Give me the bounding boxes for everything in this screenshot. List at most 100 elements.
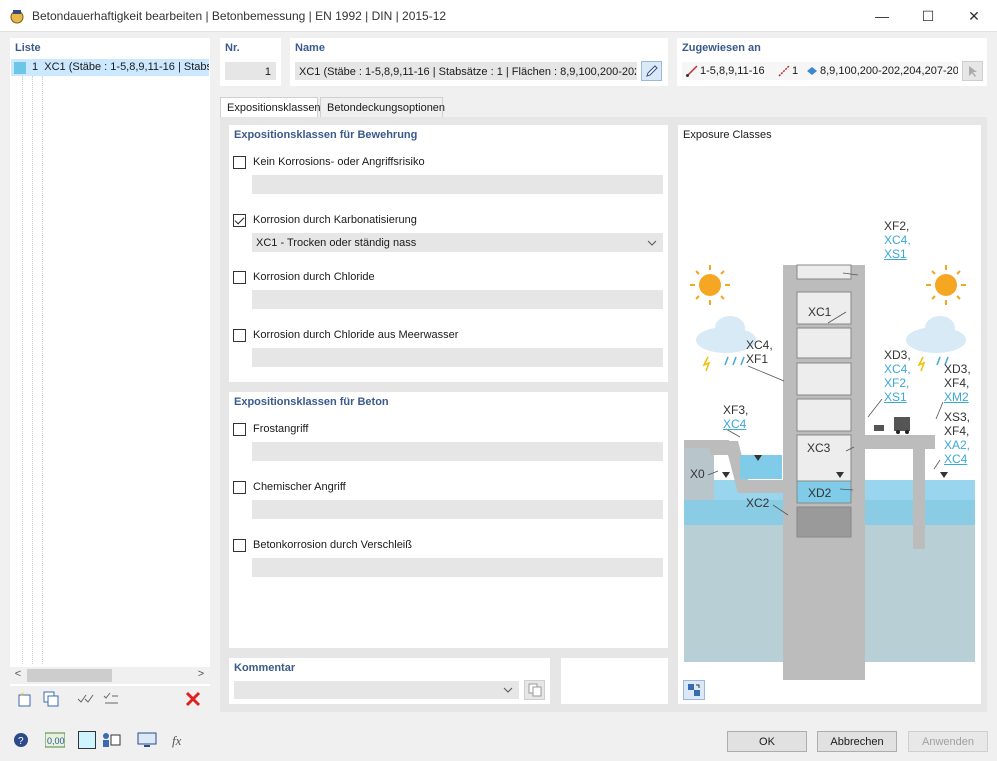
- ok-button[interactable]: OK: [727, 731, 807, 752]
- list-panel: Liste 1 XC1 (Stäbe : 1-5,8,9,11-16 | Sta…: [10, 38, 210, 712]
- minimize-button[interactable]: —: [859, 0, 905, 32]
- formula-button[interactable]: fx: [168, 729, 190, 751]
- bridge-deck: [865, 435, 935, 449]
- no-risk-label: Kein Korrosions- oder Angriffsrisiko: [253, 156, 425, 168]
- chevron-down-icon: [503, 687, 513, 693]
- label-xc4-top: XC4,: [884, 233, 911, 247]
- tab-exposure-classes[interactable]: Expositionsklassen: [220, 97, 321, 118]
- list-horizontal-scrollbar[interactable]: < >: [10, 667, 210, 684]
- sun-right-icon: [926, 265, 966, 305]
- carbonation-label: Korrosion durch Karbonatisierung: [253, 214, 417, 226]
- label-xc3: XC3: [807, 441, 831, 455]
- label-xc4-xf3: XC4: [723, 417, 747, 431]
- copy-item-button[interactable]: [40, 688, 62, 710]
- display-settings-button[interactable]: [100, 729, 122, 751]
- assigned-surfaces: 8,9,100,200-202,204,207-209,3(: [820, 65, 958, 77]
- number-field[interactable]: 1: [225, 62, 276, 80]
- edit-name-button[interactable]: [641, 61, 662, 81]
- svg-text:?: ?: [18, 736, 24, 747]
- abrasion-label: Betonkorrosion durch Verschleiß: [253, 539, 412, 551]
- label-xc4-left: XC4,: [746, 338, 773, 352]
- copy-icon: [43, 691, 59, 707]
- name-field[interactable]: XC1 (Stäbe : 1-5,8,9,11-16 | Stabsätze :…: [295, 62, 637, 80]
- comment-select[interactable]: [234, 681, 519, 699]
- tree-guide-line: [22, 76, 23, 664]
- scroll-thumb[interactable]: [27, 669, 112, 682]
- carbonation-select[interactable]: XC1 - Trocken oder ständig nass: [252, 233, 663, 252]
- seawater-field: [252, 348, 663, 367]
- check-all-icon: [77, 694, 94, 703]
- cancel-button[interactable]: Abbrechen: [817, 731, 897, 752]
- copy-icon: [528, 683, 541, 697]
- label-xf3: XF3,: [723, 403, 749, 417]
- label-xd3-mid: XD3,: [884, 348, 911, 362]
- scroll-right-arrow[interactable]: >: [193, 668, 209, 683]
- scroll-left-arrow[interactable]: <: [10, 668, 26, 683]
- carbonation-checkbox[interactable]: [233, 214, 246, 227]
- seawater-checkbox[interactable]: [233, 329, 246, 342]
- label-xc1: XC1: [808, 305, 832, 319]
- chloride-checkbox[interactable]: [233, 271, 246, 284]
- concrete-header: Expositionsklassen für Beton: [234, 396, 389, 408]
- chemical-checkbox[interactable]: [233, 481, 246, 494]
- frost-field: [252, 442, 663, 461]
- label-xc2: XC2: [746, 496, 770, 510]
- carbonation-select-value: XC1 - Trocken oder ständig nass: [256, 237, 417, 249]
- water-level-marker: [722, 472, 730, 478]
- app-icon: [10, 10, 24, 24]
- function-icon: fx: [172, 733, 182, 748]
- assigned-field[interactable]: 1-5,8,9,11-16 1 8,9,100,200-202,204,207-…: [682, 62, 958, 80]
- vehicles-icon: [874, 417, 910, 434]
- exposure-classes-diagram: [684, 264, 975, 680]
- comment-library-button[interactable]: [524, 680, 545, 700]
- member-sets-icon: [778, 65, 790, 77]
- select-objects-button[interactable]: [962, 61, 983, 81]
- label-xc4-right: XC4: [944, 452, 968, 466]
- tree-guide-line: [42, 76, 43, 664]
- number-panel: Nr. 1: [220, 38, 281, 86]
- abrasion-checkbox[interactable]: [233, 539, 246, 552]
- chemical-label: Chemischer Angriff: [253, 481, 346, 493]
- members-icon: [686, 65, 698, 77]
- abrasion-field: [252, 558, 663, 577]
- color-button[interactable]: [76, 729, 98, 751]
- list-item[interactable]: 1 XC1 (Stäbe : 1-5,8,9,11-16 | Stabsätze…: [11, 59, 209, 76]
- maximize-button[interactable]: ☐: [905, 0, 951, 32]
- label-xd3-right: XD3,: [944, 362, 971, 376]
- no-risk-field: [252, 175, 663, 194]
- label-xs1-mid: XS1: [884, 390, 907, 404]
- seawater-label: Korrosion durch Chloride aus Meerwasser: [253, 329, 459, 341]
- check-all-button[interactable]: [74, 688, 96, 710]
- delete-button[interactable]: [182, 688, 204, 710]
- decimal-places-icon: 0,00: [45, 732, 65, 748]
- person-table-icon: [103, 733, 121, 747]
- chloride-field: [252, 290, 663, 309]
- label-xs3-right: XS3,: [944, 410, 971, 424]
- reinforcement-panel: Expositionsklassen für Bewehrung Kein Ko…: [229, 125, 668, 382]
- label-x0: X0: [690, 467, 705, 481]
- units-button[interactable]: 0,00: [44, 729, 66, 751]
- basin-water: [740, 455, 782, 479]
- tab-cover-options[interactable]: Betondeckungsoptionen: [320, 97, 445, 117]
- swap-image-button[interactable]: [683, 680, 705, 700]
- list-toolbar: [10, 686, 210, 712]
- color-swatch-icon: [78, 731, 96, 749]
- view-button[interactable]: [136, 729, 158, 751]
- frost-label: Frostangriff: [253, 423, 309, 435]
- delete-x-icon: [185, 691, 201, 707]
- no-risk-checkbox[interactable]: [233, 156, 246, 169]
- new-item-button[interactable]: [14, 688, 36, 710]
- close-button[interactable]: ✕: [951, 0, 997, 32]
- apply-button[interactable]: Anwenden: [908, 731, 988, 752]
- uncheck-button[interactable]: [100, 688, 122, 710]
- frost-checkbox[interactable]: [233, 423, 246, 436]
- name-label: Name: [295, 42, 325, 54]
- label-xf2-mid: XF2,: [884, 376, 910, 390]
- help-button[interactable]: ?: [10, 729, 32, 751]
- label-xd2: XD2: [808, 486, 832, 500]
- diagram-panel: Exposure Classes XF2, XC4, XS1 XC1 XC4, …: [678, 125, 981, 704]
- sun-left-icon: [690, 265, 730, 305]
- label-xf2-top: XF2,: [884, 219, 910, 233]
- tree-guide-line: [32, 76, 33, 664]
- title-bar: Betondauerhaftigkeit bearbeiten | Betonb…: [0, 0, 997, 32]
